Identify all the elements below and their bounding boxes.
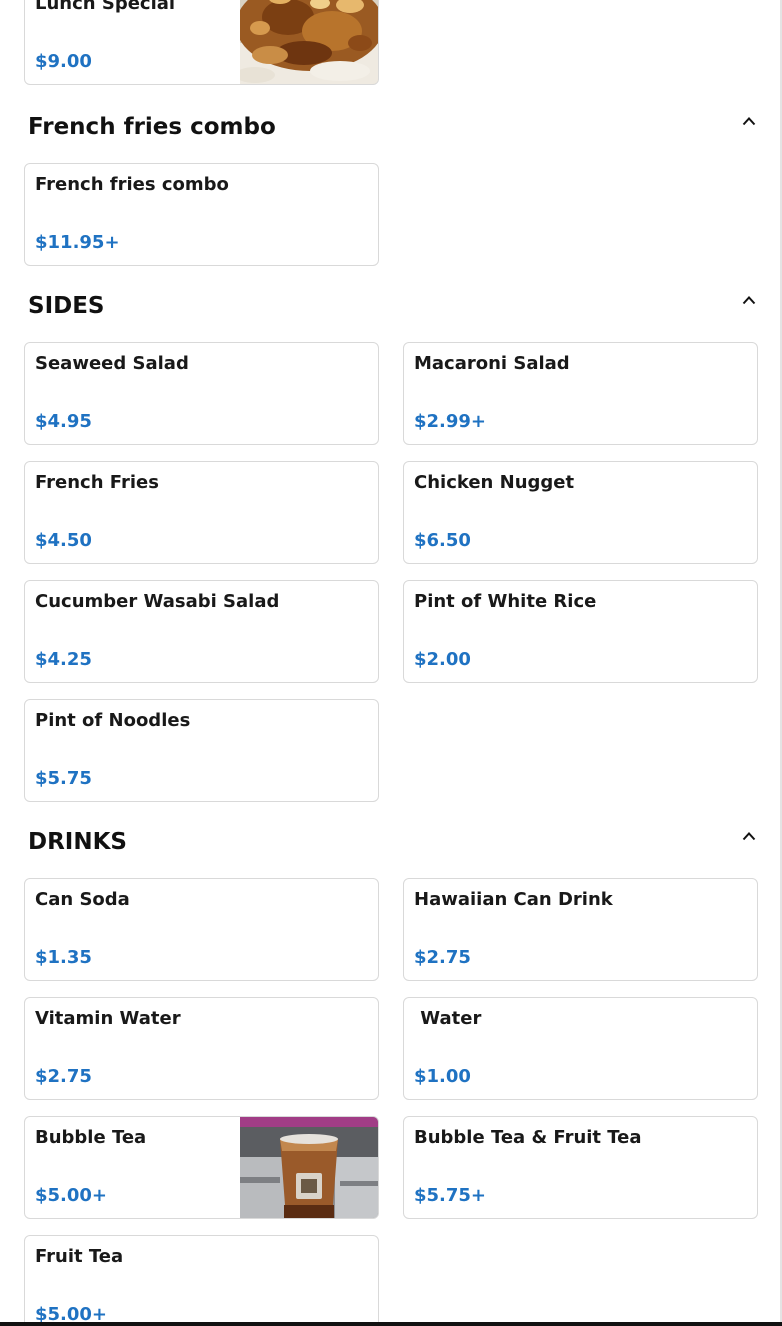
- menu-item-name: Bubble Tea: [35, 1127, 147, 1148]
- menu-item-name: Chicken Nugget: [414, 472, 575, 493]
- menu-item-card[interactable]: Water $1.00: [403, 997, 758, 1100]
- menu-item-price: $2.75: [35, 1066, 92, 1087]
- menu-item-name: Fruit Tea: [35, 1246, 124, 1267]
- menu-item-price: $11.95+: [35, 232, 120, 253]
- menu-item-name: Hawaiian Can Drink: [414, 889, 613, 910]
- menu-item-card[interactable]: Lunch Special $9.00: [24, 0, 379, 85]
- menu-item-price: $6.50: [414, 530, 471, 551]
- collapse-section-button[interactable]: [738, 825, 760, 847]
- chevron-up-icon: [742, 832, 756, 841]
- menu-item-name: French Fries: [35, 472, 159, 493]
- menu-item-card[interactable]: Macaroni Salad $2.99+: [403, 342, 758, 445]
- menu-item-card[interactable]: Seaweed Salad $4.95: [24, 342, 379, 445]
- menu-item-name: Pint of White Rice: [414, 591, 597, 612]
- menu-item-card[interactable]: Can Soda $1.35: [24, 878, 379, 981]
- section-title-french-fries-combo: French fries combo: [28, 114, 276, 140]
- menu-item-price: $2.99+: [414, 411, 487, 432]
- menu-item-card[interactable]: Bubble Tea & Fruit Tea $5.75+: [403, 1116, 758, 1219]
- chevron-up-icon: [742, 296, 756, 305]
- menu-item-card[interactable]: Cucumber Wasabi Salad $4.25: [24, 580, 379, 683]
- menu-item-name: Lunch Special: [35, 0, 176, 14]
- menu-item-name: Seaweed Salad: [35, 353, 189, 374]
- menu-item-price: $2.00: [414, 649, 471, 670]
- menu-item-card[interactable]: Vitamin Water $2.75: [24, 997, 379, 1100]
- menu-item-price: $5.00+: [35, 1185, 108, 1206]
- menu-item-price: $2.75: [414, 947, 471, 968]
- menu-item-card[interactable]: Hawaiian Can Drink $2.75: [403, 878, 758, 981]
- collapse-section-button[interactable]: [738, 289, 760, 311]
- menu-item-card[interactable]: Fruit Tea $5.00+: [24, 1235, 379, 1326]
- menu-item-photo: [240, 0, 378, 84]
- menu-item-price: $5.75: [35, 768, 92, 789]
- menu-item-name: French fries combo: [35, 174, 229, 195]
- section-title-drinks: DRINKS: [28, 829, 127, 855]
- collapse-section-button[interactable]: [738, 110, 760, 132]
- menu-item-photo: [240, 1117, 378, 1218]
- menu-item-name: Vitamin Water: [35, 1008, 181, 1029]
- menu-item-name: Can Soda: [35, 889, 130, 910]
- chicken-dish-image: [240, 0, 378, 84]
- menu-item-price: $1.35: [35, 947, 92, 968]
- menu-item-name: Bubble Tea & Fruit Tea: [414, 1127, 642, 1148]
- menu-item-price: $4.25: [35, 649, 92, 670]
- menu-item-card[interactable]: French fries combo $11.95+: [24, 163, 379, 266]
- bubble-tea-image: [240, 1117, 378, 1218]
- section-title-sides: SIDES: [28, 293, 105, 319]
- menu-item-name: Pint of Noodles: [35, 710, 191, 731]
- menu-item-card[interactable]: Bubble Tea $5.00+: [24, 1116, 379, 1219]
- menu-item-name: Water: [414, 1008, 482, 1029]
- menu-item-card[interactable]: Pint of White Rice $2.00: [403, 580, 758, 683]
- menu-item-price: $1.00: [414, 1066, 471, 1087]
- menu-item-card[interactable]: Pint of Noodles $5.75: [24, 699, 379, 802]
- menu-item-card[interactable]: Chicken Nugget $6.50: [403, 461, 758, 564]
- bottom-edge-bar: [0, 1322, 782, 1326]
- menu-item-price: $4.50: [35, 530, 92, 551]
- menu-item-price: $4.95: [35, 411, 92, 432]
- menu-item-price: $5.75+: [414, 1185, 487, 1206]
- menu-item-name: Cucumber Wasabi Salad: [35, 591, 280, 612]
- menu-item-name: Macaroni Salad: [414, 353, 570, 374]
- menu-page: Lunch Special $9.00 French fries combo F…: [0, 0, 782, 1326]
- chevron-up-icon: [742, 117, 756, 126]
- menu-item-price: $9.00: [35, 51, 92, 72]
- menu-item-card[interactable]: French Fries $4.50: [24, 461, 379, 564]
